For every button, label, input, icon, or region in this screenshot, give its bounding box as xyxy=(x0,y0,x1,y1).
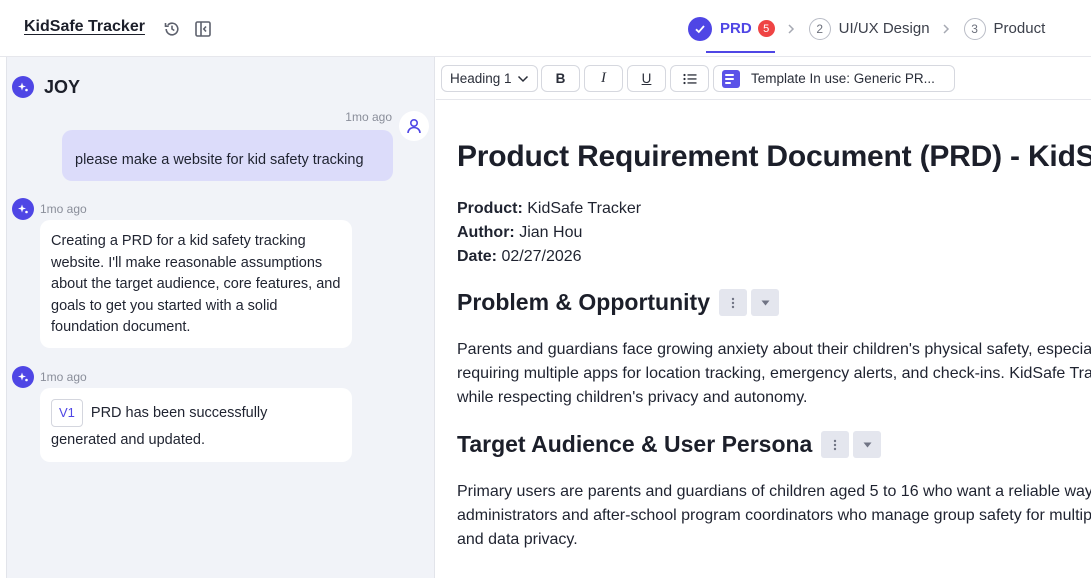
meta-label: Date: xyxy=(457,248,498,265)
paragraph-line: and data privacy. xyxy=(457,531,578,548)
underline-button[interactable]: U xyxy=(627,65,666,92)
editor-toolbar: Heading 1 B I U Template In use: Generic… xyxy=(436,57,1091,100)
bot-message: Creating a PRD for a kid safety tracking… xyxy=(40,220,352,348)
user-icon xyxy=(399,111,429,141)
heading-select[interactable]: Heading 1 xyxy=(441,65,538,92)
step-navigation: PRD 5 2 UI/UX Design 3 Product xyxy=(688,0,1045,57)
caret-down-icon[interactable] xyxy=(853,431,882,458)
meta-product: Product: KidSafe Tracker xyxy=(457,200,641,218)
template-label: Template In use: Generic PR... xyxy=(751,71,935,86)
user-message: please make a website for kid safety tra… xyxy=(62,130,393,181)
chat-panel: JOY 1mo ago please make a website for ki… xyxy=(7,57,435,578)
paragraph-line: requiring multiple apps for location tra… xyxy=(457,365,1091,382)
collapse-panel-icon[interactable] xyxy=(193,19,213,39)
bullet-list-icon xyxy=(682,73,696,84)
assistant-header: JOY xyxy=(12,76,80,98)
chevron-right-icon xyxy=(942,23,950,35)
section-heading-text[interactable]: Problem & Opportunity xyxy=(457,289,710,316)
section-paragraph: Parents and guardians face growing anxie… xyxy=(457,338,1091,410)
check-icon xyxy=(688,16,712,41)
message-timestamp: 1mo ago xyxy=(345,110,392,124)
template-selector[interactable]: Template In use: Generic PR... xyxy=(713,65,955,92)
meta-value: Jian Hou xyxy=(519,224,583,241)
meta-label: Author: xyxy=(457,224,515,241)
message-timestamp: 1mo ago xyxy=(40,202,87,216)
bot-sparkle-icon xyxy=(12,366,34,388)
paragraph-line: Parents and guardians face growing anxie… xyxy=(457,341,1091,358)
step-label: Product xyxy=(993,20,1046,37)
app-title[interactable]: KidSafe Tracker xyxy=(24,18,145,36)
meta-date: Date: 02/27/2026 xyxy=(457,248,582,266)
step-number: 2 xyxy=(808,17,831,40)
italic-button[interactable]: I xyxy=(584,65,623,92)
paragraph-line: while respecting children's privacy and … xyxy=(457,389,808,406)
bot-message-line: generated and updated. xyxy=(51,432,205,448)
step-label: PRD xyxy=(720,20,752,37)
version-tag[interactable]: V1 xyxy=(51,399,83,427)
bot-message-header: 1mo ago xyxy=(12,198,87,220)
bold-button[interactable]: B xyxy=(541,65,580,92)
message-timestamp: 1mo ago xyxy=(40,370,87,384)
bot-message-line: PRD has been successfully xyxy=(90,404,268,421)
meta-author: Author: Jian Hou xyxy=(457,224,582,242)
step-prd[interactable]: PRD 5 xyxy=(688,0,775,57)
document-editor: Heading 1 B I U Template In use: Generic… xyxy=(436,57,1091,578)
template-doc-icon xyxy=(722,69,740,88)
bot-sparkle-icon xyxy=(12,76,34,98)
top-bar: KidSafe Tracker PRD 5 2 UI/UX Design 3 P… xyxy=(0,0,1091,57)
meta-value: KidSafe Tracker xyxy=(527,200,642,217)
bot-sparkle-icon xyxy=(12,198,34,220)
history-icon[interactable] xyxy=(162,19,182,39)
more-vertical-icon[interactable] xyxy=(719,289,747,316)
paragraph-line: Primary users are parents and guardians … xyxy=(457,483,1091,500)
step-ui-ux-design[interactable]: 2 UI/UX Design xyxy=(808,0,930,57)
section-heading: Target Audience & User Persona xyxy=(457,431,882,458)
step-product[interactable]: 3 Product xyxy=(963,0,1046,57)
section-heading-text[interactable]: Target Audience & User Persona xyxy=(457,431,812,458)
bullet-list-button[interactable] xyxy=(670,65,709,92)
section-heading: Problem & Opportunity xyxy=(457,289,779,316)
more-vertical-icon[interactable] xyxy=(821,431,850,458)
heading-select-value: Heading 1 xyxy=(450,71,512,86)
chevron-right-icon xyxy=(787,23,795,35)
meta-label: Product: xyxy=(457,200,523,217)
document-title[interactable]: Product Requirement Document (PRD) - Kid… xyxy=(457,140,1091,174)
bot-message-header: 1mo ago xyxy=(12,366,87,388)
notification-badge: 5 xyxy=(757,20,775,37)
chevron-down-icon xyxy=(517,75,529,82)
assistant-name: JOY xyxy=(44,76,81,97)
bot-message: V1 PRD has been successfully generated an… xyxy=(40,388,352,462)
meta-value: 02/27/2026 xyxy=(501,248,582,265)
paragraph-line: administrators and after-school program … xyxy=(457,507,1091,524)
caret-down-icon[interactable] xyxy=(751,289,779,316)
left-edge-strip xyxy=(0,57,7,578)
step-label: UI/UX Design xyxy=(838,20,930,37)
step-number: 3 xyxy=(963,17,986,40)
section-paragraph: Primary users are parents and guardians … xyxy=(457,480,1091,552)
